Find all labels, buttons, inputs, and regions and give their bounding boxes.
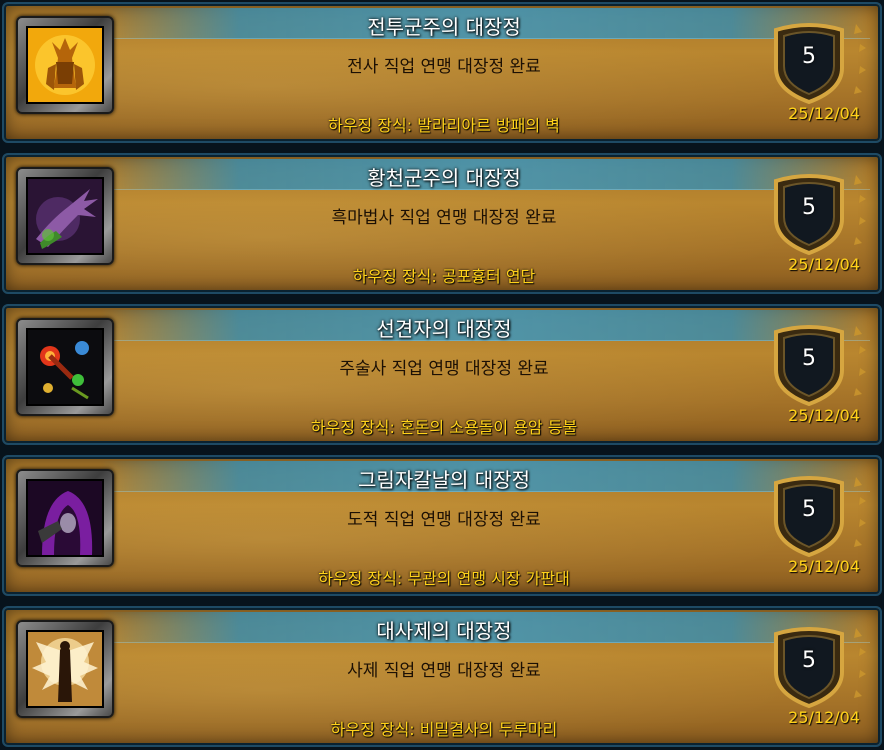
completion-date: 25/12/04 [788,104,860,123]
achievement-row[interactable]: 황천군주의 대장정 흑마법사 직업 연맹 대장정 완료 하우징 장식: 공포흉터… [2,153,882,294]
completion-date: 25/12/04 [788,708,860,727]
achievement-title: 선견자의 대장정 [376,317,512,341]
achievement-description: 전사 직업 연맹 대장정 완료 [347,57,541,77]
achievement-title: 그림자칼날의 대장정 [358,468,530,492]
achievement-row[interactable]: 전투군주의 대장정 전사 직업 연맹 대장정 완료 하우징 장식: 발라리아르 … [2,2,882,143]
points-value: 5 [802,346,816,371]
achievement-title: 황천군주의 대장정 [367,166,521,190]
achievement-reward: 하우징 장식: 발라리아르 방패의 벽 [328,116,560,135]
achievement-row[interactable]: 선견자의 대장정 주술사 직업 연맹 대장정 완료 하우징 장식: 혼돈의 소용… [2,304,882,445]
points-value: 5 [802,195,816,220]
completion-date: 25/12/04 [788,255,860,274]
achievement-title: 전투군주의 대장정 [367,15,521,39]
achievement-title: 대사제의 대장정 [376,619,512,643]
achievement-points-shield: 5 [766,167,866,257]
achievement-points-shield: 5 [766,318,866,408]
achievement-reward: 하우징 장식: 혼돈의 소용돌이 용암 등불 [310,418,578,437]
achievement-description: 흑마법사 직업 연맹 대장정 완료 [331,208,557,228]
achievement-row[interactable]: 그림자칼날의 대장정 도적 직업 연맹 대장정 완료 하우징 장식: 무관의 연… [2,455,882,596]
achievement-description: 사제 직업 연맹 대장정 완료 [347,661,541,681]
achievement-reward: 하우징 장식: 무관의 연맹 시장 가판대 [318,569,570,588]
achievement-points-shield: 5 [766,620,866,710]
achievement-row[interactable]: 대사제의 대장정 사제 직업 연맹 대장정 완료 하우징 장식: 비밀결사의 두… [2,606,882,747]
achievement-description: 주술사 직업 연맹 대장정 완료 [339,359,549,379]
achievement-description: 도적 직업 연맹 대장정 완료 [347,510,541,530]
completion-date: 25/12/04 [788,557,860,576]
achievement-reward: 하우징 장식: 비밀결사의 두루마리 [330,720,558,739]
points-value: 5 [802,648,816,673]
points-value: 5 [802,497,816,522]
achievement-points-shield: 5 [766,469,866,559]
achievement-reward: 하우징 장식: 공포흉터 연단 [352,267,536,286]
achievement-points-shield: 5 [766,16,866,106]
points-value: 5 [802,44,816,69]
completion-date: 25/12/04 [788,406,860,425]
achievement-list: 전투군주의 대장정 전사 직업 연맹 대장정 완료 하우징 장식: 발라리아르 … [0,0,884,750]
